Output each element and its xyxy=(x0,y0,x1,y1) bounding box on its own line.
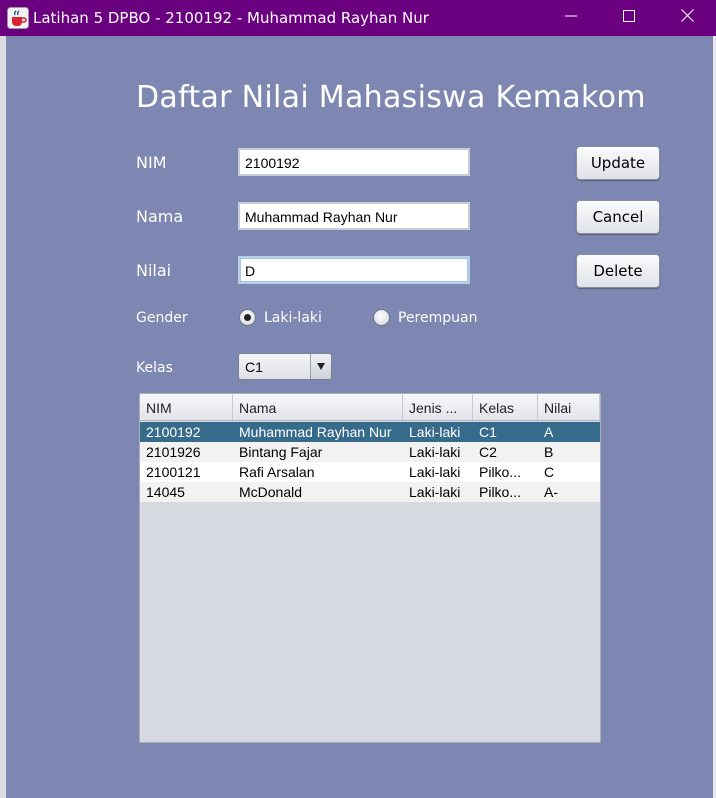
nim-field[interactable]: 2100192 xyxy=(238,148,470,176)
column-header-nilai[interactable]: Nilai xyxy=(538,394,600,420)
maximize-icon xyxy=(623,9,635,27)
grades-table[interactable]: NIM Nama Jenis ... Kelas Nilai 2100192 M… xyxy=(139,393,601,743)
table-header: NIM Nama Jenis ... Kelas Nilai xyxy=(140,394,600,421)
cell-kelas: Pilko... xyxy=(479,484,522,500)
cell-nilai: C xyxy=(544,464,555,480)
cell-nim: 2100192 xyxy=(146,424,201,440)
cell-nama: Rafi Arsalan xyxy=(239,464,315,480)
radio-selected-dot xyxy=(244,314,251,321)
nilai-label: Nilai xyxy=(136,261,172,280)
minimize-icon xyxy=(565,9,577,27)
cell-kelas: Pilko... xyxy=(479,464,522,480)
column-header-kelas[interactable]: Kelas xyxy=(473,394,538,420)
table-row[interactable]: 2100192 Muhammad Rayhan Nur Laki-laki C1… xyxy=(140,422,600,442)
java-cup-icon[interactable] xyxy=(7,7,29,29)
cell-kelas: C2 xyxy=(479,444,497,460)
dropdown-arrow-icon[interactable] xyxy=(310,354,331,379)
minimize-button[interactable] xyxy=(542,0,600,36)
nim-label: NIM xyxy=(136,153,167,172)
cell-nilai: A- xyxy=(544,484,558,500)
cell-jenis: Laki-laki xyxy=(409,464,461,480)
nilai-field[interactable]: D xyxy=(238,256,470,284)
cell-nim: 2100121 xyxy=(146,464,201,480)
column-header-nim[interactable]: NIM xyxy=(140,394,233,420)
gender-option-perempuan-label[interactable]: Perempuan xyxy=(398,310,477,326)
gender-radio-perempuan[interactable] xyxy=(373,309,390,326)
table-row[interactable]: 2100121 Rafi Arsalan Laki-laki Pilko... … xyxy=(140,462,600,482)
cell-nama: Muhammad Rayhan Nur xyxy=(239,424,392,440)
kelas-dropdown[interactable]: C1 xyxy=(238,353,332,380)
nama-field[interactable]: Muhammad Rayhan Nur xyxy=(238,202,470,230)
cell-kelas: C1 xyxy=(479,424,497,440)
kelas-selected-value: C1 xyxy=(245,359,263,375)
cancel-button[interactable]: Cancel xyxy=(576,200,660,234)
page-title: Daftar Nilai Mahasiswa Kemakom xyxy=(136,80,646,115)
column-header-nama[interactable]: Nama xyxy=(233,394,403,420)
table-row[interactable]: 2101926 Bintang Fajar Laki-laki C2 B xyxy=(140,442,600,462)
delete-button[interactable]: Delete xyxy=(576,254,660,288)
cell-nim: 14045 xyxy=(146,484,185,500)
maximize-button[interactable] xyxy=(600,0,658,36)
cell-nilai: B xyxy=(544,444,554,460)
cell-nama: McDonald xyxy=(239,484,303,500)
kelas-label: Kelas xyxy=(136,360,173,376)
cell-jenis: Laki-laki xyxy=(409,444,461,460)
close-icon xyxy=(680,9,694,27)
cell-nim: 2101926 xyxy=(146,444,201,460)
close-button[interactable] xyxy=(658,0,716,36)
update-button[interactable]: Update xyxy=(576,146,660,180)
cell-nama: Bintang Fajar xyxy=(239,444,323,460)
window-title: Latihan 5 DPBO - 2100192 - Muhammad Rayh… xyxy=(33,9,429,27)
table-row[interactable]: 14045 McDonald Laki-laki Pilko... A- xyxy=(140,482,600,502)
column-header-jenis[interactable]: Jenis ... xyxy=(403,394,473,420)
gender-label: Gender xyxy=(136,310,188,326)
nama-label: Nama xyxy=(136,207,184,226)
title-bar: Latihan 5 DPBO - 2100192 - Muhammad Rayh… xyxy=(0,0,716,36)
window-frame-left xyxy=(0,36,6,798)
cell-nilai: A xyxy=(544,424,554,440)
cell-jenis: Laki-laki xyxy=(409,484,461,500)
cell-jenis: Laki-laki xyxy=(409,424,461,440)
gender-option-laki-laki-label[interactable]: Laki-laki xyxy=(264,310,322,326)
gender-radio-laki-laki[interactable] xyxy=(239,309,256,326)
